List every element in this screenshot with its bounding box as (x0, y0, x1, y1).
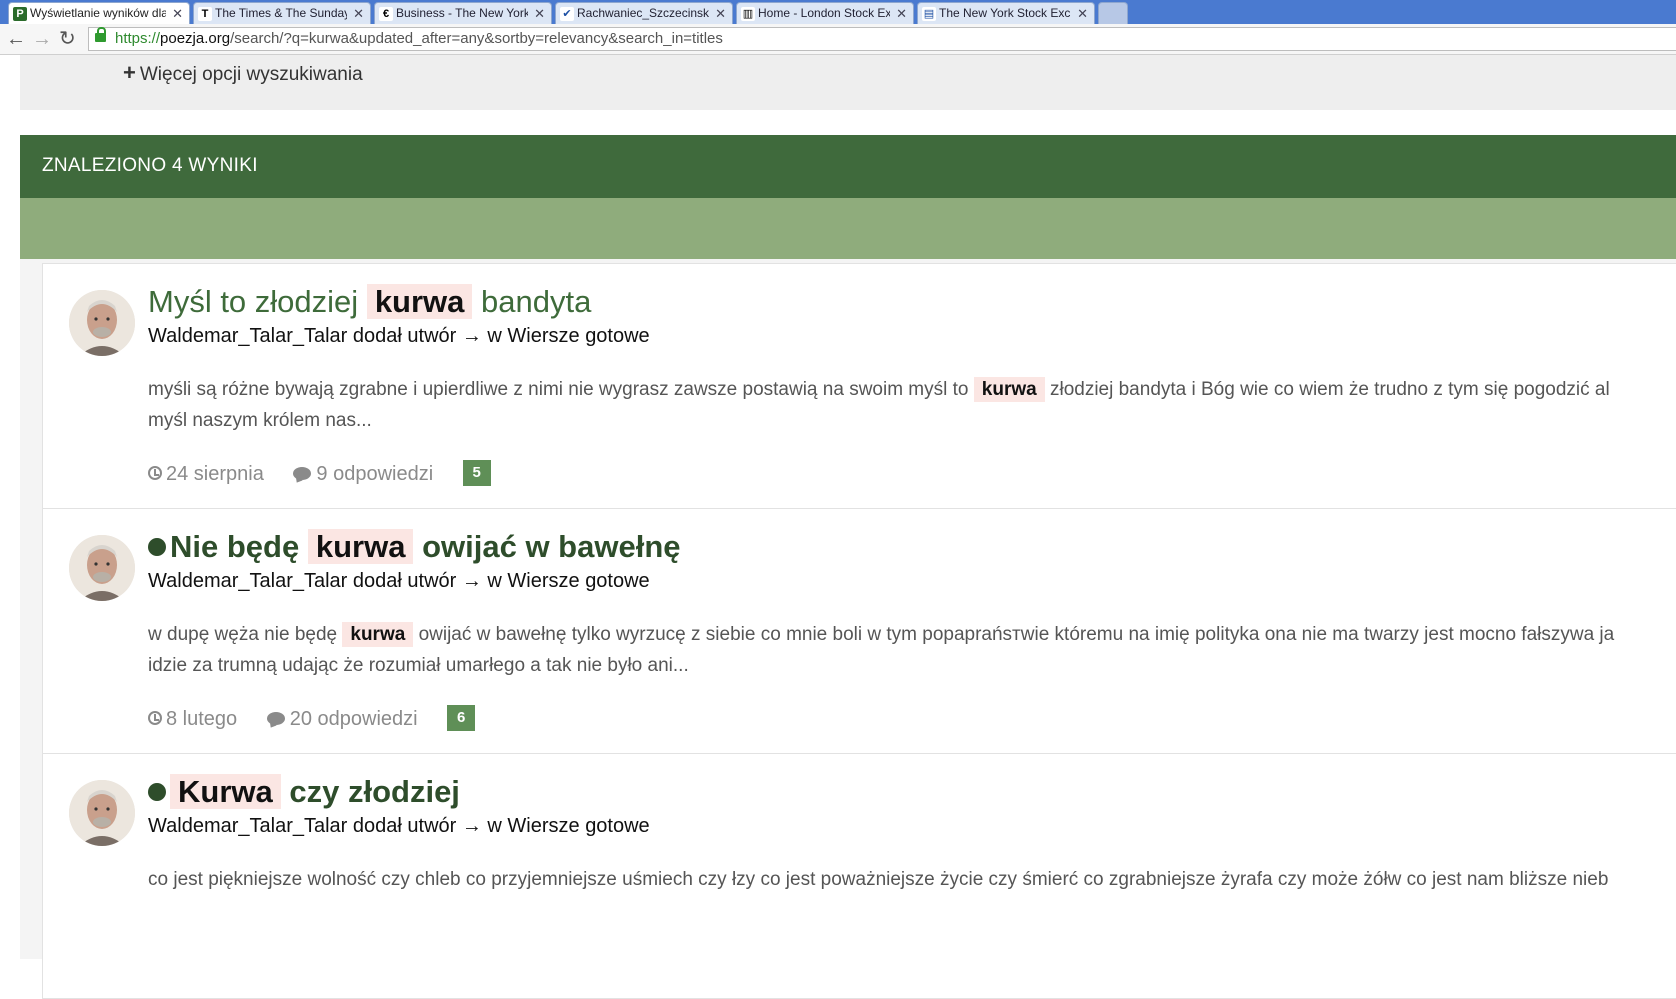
tab-title: Wyświetlanie wyników dla (30, 6, 166, 20)
result-replies-link[interactable]: 9 odpowiedzi (293, 463, 433, 486)
close-icon[interactable]: ✕ (353, 3, 364, 24)
nyse-favicon-icon: ▤ (922, 6, 936, 21)
more-options-label: Więcej opcji wyszukiwania (139, 64, 363, 85)
results-subheader-bar (20, 198, 1676, 259)
avatar[interactable] (69, 535, 135, 601)
browser-tab-strip: P Wyświetlanie wyników dla ✕ T The Times & … (0, 0, 1676, 24)
result-snippet: w dupę węża nie będę kurwa owijać w bawe… (148, 619, 1676, 681)
browser-toolbar: ← → ↻ https://poezja.org/search/?q=kurwa… (0, 24, 1676, 55)
close-icon[interactable]: ✕ (172, 3, 183, 24)
close-icon[interactable]: ✕ (896, 3, 907, 24)
date-text: 24 sierpnia (166, 463, 264, 486)
page-content: + Więcej opcji wyszukiwania ZNALEZIONO 4 … (0, 55, 1676, 999)
new-tab-button[interactable] (1098, 2, 1128, 24)
more-search-options-link[interactable]: + Więcej opcji wyszukiwania (123, 60, 363, 86)
clock-icon (148, 466, 162, 480)
results-count-header: ZNALEZIONO 4 WYNIKI (20, 135, 1676, 198)
close-icon[interactable]: ✕ (534, 3, 545, 24)
document-favicon-icon: ✔ (560, 6, 574, 21)
comment-icon (266, 711, 285, 725)
title-text: Nie będę (170, 529, 300, 564)
title-text: czy złodziej (289, 774, 460, 809)
score-badge: 5 (462, 460, 491, 486)
result-card: Myśl to złodziej kurwa bandyta Waldemar_… (42, 263, 1676, 509)
forward-arrow-icon[interactable]: → (32, 28, 52, 50)
tab-london-stock-exchange[interactable]: ▥ Home - London Stock Exc ✕ (736, 2, 914, 24)
snippet-text: idzie za trumną udając że rozumiał umarł… (148, 655, 689, 676)
result-stats: 24 sierpnia 9 odpowiedzi 5 (148, 460, 491, 490)
replies-text: 20 odpowiedzi (289, 708, 418, 731)
result-date: 8 lutego (148, 708, 237, 731)
result-title-link[interactable]: Kurwa czy złodziej (148, 774, 460, 810)
address-bar[interactable]: https://poezja.org/search/?q=kurwa&updat… (88, 27, 1676, 51)
clock-icon (148, 711, 162, 725)
close-icon[interactable]: ✕ (715, 3, 726, 24)
result-meta[interactable]: Waldemar_Talar_Talar dodał utwór → w Wie… (148, 570, 650, 593)
avatar[interactable] (69, 780, 135, 846)
title-text: bandyta (481, 284, 592, 319)
status-dot-icon (148, 782, 166, 801)
nyt-favicon-icon: € (379, 6, 393, 21)
search-term-highlight: Kurwa (170, 774, 281, 809)
lse-favicon-icon: ▥ (741, 6, 755, 21)
snippet-text: owijać w bawełnę tylko wyrzucę z siebie … (418, 624, 1615, 645)
poezja-favicon-icon: P (13, 6, 27, 21)
snippet-text: w dupę węża nie będę (148, 624, 338, 645)
search-term-highlight: kurwa (366, 284, 473, 319)
result-title-link[interactable]: Myśl to złodziej kurwa bandyta (148, 284, 591, 320)
result-card: Nie będę kurwa owijać w bawełnę Waldemar… (42, 508, 1676, 754)
tab-title: The New York Stock Exch (939, 6, 1071, 20)
url-path: /search/?q=kurwa&updated_after=any&sortb… (230, 30, 723, 47)
close-icon[interactable]: ✕ (1077, 3, 1088, 24)
result-date: 24 sierpnia (148, 463, 264, 486)
results-count-label: ZNALEZIONO 4 WYNIKI (42, 155, 258, 176)
author-photo (69, 780, 135, 846)
search-term-highlight: kurwa (342, 622, 414, 647)
result-snippet: myśli są różne bywają zgrabne i upierdli… (148, 374, 1676, 436)
replies-text: 9 odpowiedzi (316, 463, 434, 486)
author-photo (69, 290, 135, 356)
result-meta[interactable]: Waldemar_Talar_Talar dodał utwór → w Wie… (148, 325, 650, 348)
tab-the-times[interactable]: T The Times & The Sunday ✕ (193, 2, 371, 24)
url-host: poezja.org (160, 30, 231, 47)
lock-icon (95, 27, 106, 42)
result-title-link[interactable]: Nie będę kurwa owijać w bawełnę (148, 529, 681, 565)
plus-icon: + (123, 60, 136, 85)
author-photo (69, 535, 135, 601)
result-replies-link[interactable]: 20 odpowiedzi (266, 708, 418, 731)
search-term-highlight: kurwa (307, 529, 414, 564)
times-favicon-icon: T (198, 6, 212, 21)
tab-title: Home - London Stock Exc (758, 6, 890, 20)
snippet-text: złodziej bandyta i Bóg wie co wiem że tr… (1049, 379, 1610, 400)
title-text: owijać w bawełnę (422, 529, 681, 564)
tab-title: The Times & The Sunday (215, 6, 347, 20)
result-stats: 8 lutego 20 odpowiedzi 6 (148, 705, 476, 735)
result-meta[interactable]: Waldemar_Talar_Talar dodał utwór → w Wie… (148, 815, 650, 838)
title-text: Myśl to złodziej (148, 284, 359, 319)
search-term-highlight: kurwa (973, 377, 1045, 402)
score-badge: 6 (447, 705, 476, 731)
status-dot-icon (148, 537, 166, 556)
result-card: Kurwa czy złodziej Waldemar_Talar_Talar … (42, 753, 1676, 999)
url-scheme: https:// (115, 30, 161, 47)
tab-nyse[interactable]: ▤ The New York Stock Exch ✕ (917, 2, 1095, 24)
tab-rachwaniec[interactable]: ✔ Rachwaniec_Szczecinska_ ✕ (555, 2, 733, 24)
date-text: 8 lutego (166, 708, 238, 731)
tab-nyt-business[interactable]: € Business - The New York T ✕ (374, 2, 552, 24)
search-options-panel: + Więcej opcji wyszukiwania (20, 55, 1676, 110)
snippet-text: co jest piękniejsze wolność czy chleb co… (148, 869, 1609, 890)
tab-poezja-search[interactable]: P Wyświetlanie wyników dla ✕ (8, 2, 190, 24)
comment-icon (293, 466, 312, 480)
avatar[interactable] (69, 290, 135, 356)
result-snippet: co jest piękniejsze wolność czy chleb co… (148, 864, 1676, 895)
back-arrow-icon[interactable]: ← (6, 28, 26, 50)
tab-title: Rachwaniec_Szczecinska_ (577, 6, 709, 20)
reload-icon[interactable]: ↻ (59, 28, 76, 50)
snippet-text: myśli są różne bywają zgrabne i upierdli… (148, 379, 969, 400)
snippet-text: myśl naszym królem nas... (148, 410, 372, 431)
tab-title: Business - The New York T (396, 6, 528, 20)
